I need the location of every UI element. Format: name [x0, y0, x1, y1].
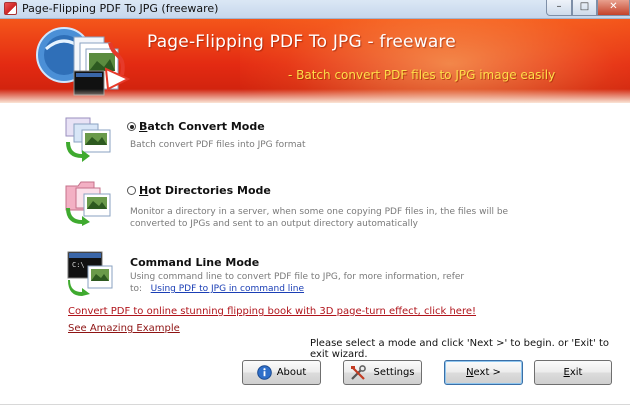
hot-directories-icon	[65, 181, 111, 226]
next-button[interactable]: Next >	[444, 360, 523, 385]
command-line-icon: C:\	[67, 251, 113, 296]
hot-directories-radio[interactable]	[127, 186, 136, 195]
batch-convert-icon	[65, 117, 111, 162]
close-icon: ✕	[609, 1, 618, 12]
batch-convert-description: Batch convert PDF files into JPG format	[130, 140, 306, 150]
settings-button-label: Settings	[373, 367, 415, 378]
pdf-to-jpg-logo-icon	[36, 27, 131, 96]
see-amazing-example-link[interactable]: See Amazing Example	[68, 323, 180, 334]
banner-title: Page-Flipping PDF To JPG - freeware	[147, 32, 456, 52]
minimize-icon: –	[556, 1, 562, 12]
instructions-text: Please select a mode and click 'Next >' …	[310, 338, 610, 360]
maximize-icon: □	[579, 1, 590, 12]
command-line-description-prefix: to:	[130, 284, 143, 294]
maximize-button[interactable]: □	[572, 0, 597, 16]
close-button[interactable]: ✕	[597, 0, 630, 16]
hot-directories-description-line1: Monitor a directory in a server, when so…	[130, 207, 509, 217]
command-line-description-line2: to: Using PDF to JPG in command line	[130, 283, 464, 295]
about-button[interactable]: About	[242, 360, 321, 385]
command-line-description-line1: Using command line to convert PDF file t…	[130, 272, 465, 282]
header-banner: Page-Flipping PDF To JPG - freeware - Ba…	[0, 19, 630, 103]
exit-button-label-rest: xit	[569, 367, 583, 378]
svg-text:C:\: C:\	[72, 261, 85, 269]
window-title: Page-Flipping PDF To JPG (freeware)	[22, 2, 219, 15]
title-bar: Page-Flipping PDF To JPG (freeware) – □ …	[0, 0, 630, 19]
hot-directories-label-rest: ot Directories Mode	[148, 184, 271, 197]
command-line-help-link[interactable]: Using PDF to JPG in command line	[151, 284, 304, 294]
hot-directories-description-line2: converted to JPGs and sent to an output …	[130, 219, 418, 229]
batch-convert-radio[interactable]	[127, 122, 136, 131]
hot-directories-description: Monitor a directory in a server, when so…	[130, 206, 508, 230]
app-icon	[4, 2, 17, 15]
hot-directories-accel: H	[139, 184, 149, 197]
command-line-description: Using command line to convert PDF file t…	[130, 271, 464, 295]
command-line-label: Command Line Mode	[130, 256, 260, 269]
tools-icon	[350, 364, 368, 381]
settings-button[interactable]: Settings	[343, 360, 422, 385]
bottom-divider	[0, 404, 630, 405]
next-button-accel: N	[466, 367, 474, 378]
exit-button[interactable]: Exit	[534, 360, 612, 385]
next-button-label-rest: ext >	[473, 367, 501, 378]
minimize-button[interactable]: –	[546, 0, 572, 16]
batch-convert-label[interactable]: Batch Convert Mode	[139, 120, 265, 133]
flipping-book-promo-link[interactable]: Convert PDF to online stunning flipping …	[68, 306, 476, 317]
about-button-label: About	[276, 367, 307, 378]
banner-fade	[0, 89, 630, 103]
batch-convert-label-rest: atch Convert Mode	[147, 120, 265, 133]
hot-directories-label[interactable]: Hot Directories Mode	[139, 184, 271, 197]
banner-subtitle: - Batch convert PDF files to JPG image e…	[288, 68, 556, 82]
info-icon	[256, 365, 272, 380]
